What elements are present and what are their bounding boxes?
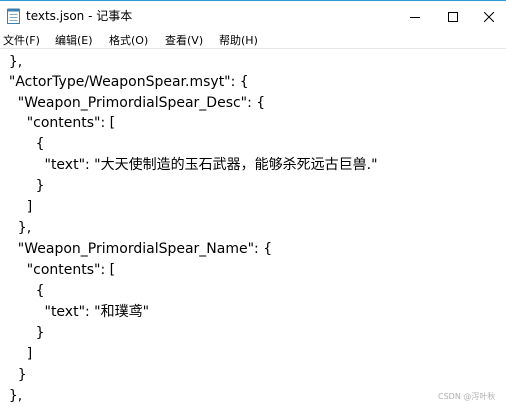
editor-line: } [0,178,45,194]
editor-line: "Weapon_PrimordialSpear_Desc": { [0,95,266,111]
window-title: texts.json - 记事本 [26,9,133,23]
editor-line: "contents": [ [0,115,116,131]
minimize-icon [410,7,420,26]
menu-edit[interactable]: 编辑(E) [55,32,93,48]
close-button[interactable] [466,1,506,31]
editor-line: } [0,367,27,383]
editor-line: }, [0,388,23,404]
editor-line: "text": "和璞鸢" [0,304,150,320]
editor-line: { [0,283,45,299]
editor-line: }, [0,54,23,70]
menu-file[interactable]: 文件(F) [3,32,40,48]
menu-view[interactable]: 查看(V) [165,32,203,48]
editor-line: } [0,325,45,341]
editor-line: { [0,136,45,152]
close-icon [483,7,495,26]
menu-format[interactable]: 格式(O) [109,32,148,48]
title-bar[interactable]: texts.json - 记事本 [0,0,506,30]
editor-line: ] [0,199,33,215]
editor-line: ] [0,346,33,362]
watermark: CSDN @泻叶秋 [438,392,496,401]
editor-line: "Weapon_PrimordialSpear_Name": { [0,241,273,257]
maximize-icon [448,7,458,26]
notepad-icon [7,8,20,24]
editor-line: }, [0,220,32,236]
text-editor-area[interactable]: }, "ActorType/WeaponSpear.msyt": { "Weap… [0,50,506,409]
editor-line: "ActorType/WeaponSpear.msyt": { [0,74,249,90]
editor-line: "text": "大天使制造的玉石武器，能够杀死远古巨兽." [0,157,378,173]
editor-line: "contents": [ [0,262,116,278]
menu-help[interactable]: 帮助(H) [219,32,258,48]
menu-bar: 文件(F) 编辑(E) 格式(O) 查看(V) 帮助(H) [0,30,506,49]
